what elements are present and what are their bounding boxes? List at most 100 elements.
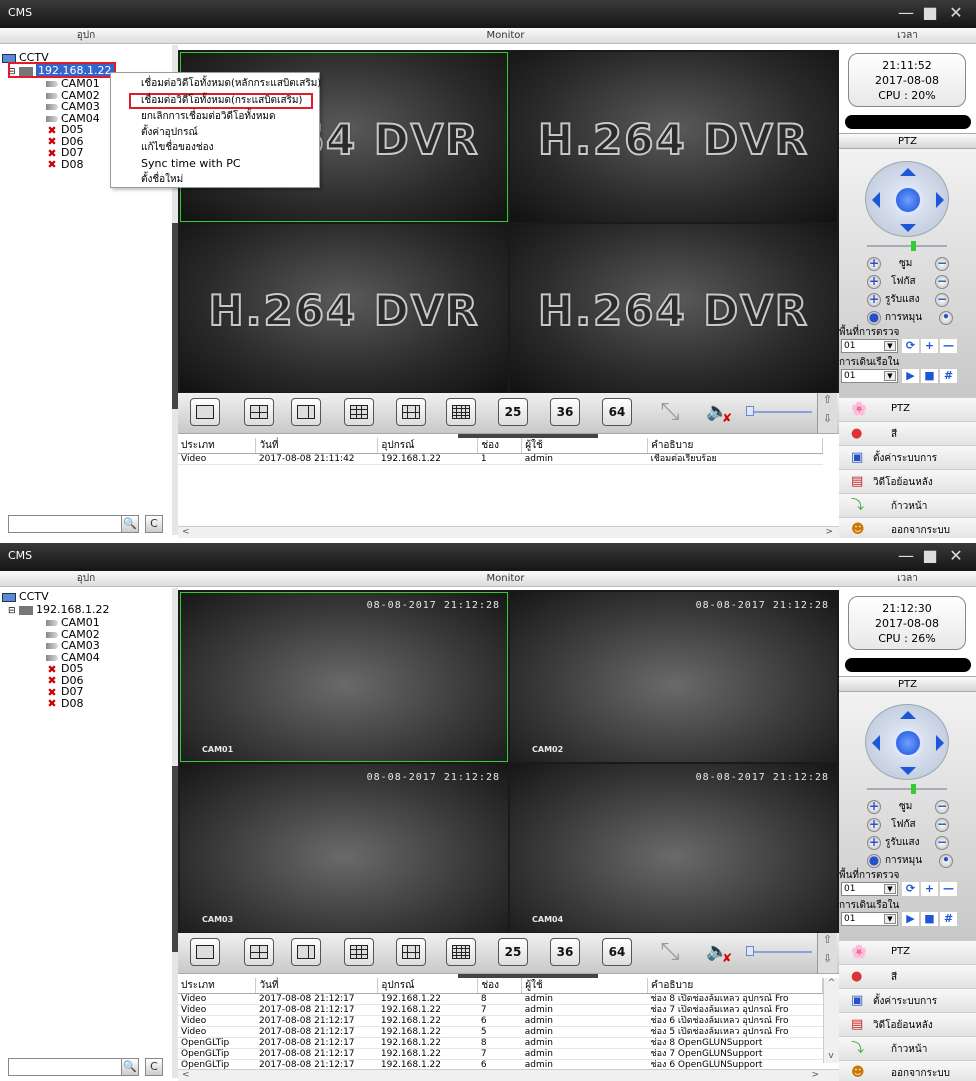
log-column-header[interactable]: ประเภท [178,978,257,994]
video-tile-1[interactable]: 08-08-2017 21:12:28 CAM01 [180,592,508,762]
arrow-down-icon[interactable] [900,224,916,240]
menu-playback[interactable]: ▤ วิดีโอย้อนหลัง [839,1012,976,1036]
layout-16-button[interactable] [446,938,476,966]
ptz-speed-slider[interactable] [867,241,947,251]
arrow-up-icon[interactable] [900,160,916,176]
log-column-header[interactable]: ช่อง [477,438,523,454]
cruise-grid-icon[interactable]: # [940,912,957,926]
log-column-header[interactable]: ผู้ใช้ [521,978,649,994]
log-column-header[interactable]: วันที่ [255,438,379,454]
menu-device-settings[interactable]: ตั้งค่าอุปกรณ์ [141,126,198,140]
menu-connect-all-main[interactable]: เชื่อมต่อวิดีโอทั้งหมด(หลักกระแสบิตเสริม… [141,77,321,91]
cruise-play-icon[interactable]: ▶ [902,912,919,926]
layout-9-button[interactable] [344,938,374,966]
ptz-center-icon[interactable] [893,185,923,215]
rotate-icon[interactable]: ● [867,311,881,325]
search-input[interactable] [8,1058,128,1076]
menu-logout[interactable]: ☻ ออกจากระบบ [839,517,976,538]
layout-9-button[interactable] [344,398,374,426]
zoom-out-icon[interactable]: − [935,257,949,271]
zoom-out-icon[interactable]: − [935,800,949,814]
scroll-down-icon[interactable]: ⇩ [818,412,837,425]
video-tile-2[interactable]: 08-08-2017 21:12:28 CAM02 [510,592,837,762]
search-icon[interactable]: 🔍 [121,1058,139,1076]
refresh-icon[interactable]: C [145,1058,163,1076]
volume-slider[interactable] [746,946,812,956]
cruise-grid-icon[interactable]: # [940,369,957,383]
rotate-toggle-icon[interactable]: • [939,311,953,325]
layout-25-button[interactable]: 25 [498,938,528,966]
layout-13-button[interactable] [396,398,426,426]
ptz-center-icon[interactable] [893,728,923,758]
ptz-speed-slider[interactable] [867,784,947,794]
volume-slider[interactable] [746,406,812,416]
focus-out-icon[interactable]: − [935,275,949,289]
log-column-header[interactable]: วันที่ [255,978,379,994]
layout-6-button[interactable] [291,398,321,426]
preset-add-icon[interactable]: + [921,882,938,896]
preset-goto-icon[interactable]: ⟳ [902,339,919,353]
preset-select[interactable]: 01 ▼ [841,339,898,353]
menu-color[interactable]: ● สี [839,964,976,988]
maximize-icon[interactable]: ■ [920,547,940,565]
arrow-right-icon[interactable] [936,192,952,208]
layout-36-button[interactable]: 36 [550,398,580,426]
menu-disconnect-all[interactable]: ยกเลิกการเชื่อมต่อวิดีโอทั้งหมด [141,110,276,124]
log-column-header[interactable]: ผู้ใช้ [521,438,649,454]
log-hscroll[interactable]: < > [178,526,839,538]
iris-out-icon[interactable]: − [935,836,949,850]
mute-icon[interactable]: 🔈 ✘ [706,941,736,965]
focus-in-icon[interactable]: + [867,818,881,832]
close-icon[interactable]: ✕ [946,547,966,565]
minimize-icon[interactable]: — [896,4,916,22]
cruise-play-icon[interactable]: ▶ [902,369,919,383]
menu-ptz[interactable]: 🌸 PTZ [839,940,976,964]
search-input[interactable] [8,515,128,533]
preset-remove-icon[interactable]: — [940,882,957,896]
log-hscroll[interactable]: < > [178,1069,839,1081]
log-row[interactable]: OpenGLTip 2017-08-08 21:12:17 192.168.1.22… [178,1048,823,1060]
menu-playback[interactable]: ▤ วิดีโอย้อนหลัง [839,469,976,493]
menu-color[interactable]: ● สี [839,421,976,445]
menu-system-config[interactable]: ▣ ตั้งค่าระบบการ [839,445,976,469]
video-tile-3[interactable]: H.264 DVR [180,224,508,392]
close-icon[interactable]: ✕ [946,4,966,22]
toolbar-scroll[interactable]: ⇧ ⇩ [817,933,837,973]
preset-goto-icon[interactable]: ⟳ [902,882,919,896]
scroll-up-icon[interactable]: ⇧ [818,393,837,406]
layout-25-button[interactable]: 25 [498,398,528,426]
tree-device[interactable]: ⊟ 192.168.1.22 [8,603,110,616]
menu-connect-all-sub[interactable]: เชื่อมต่อวิดีโอทั้งหมด(กระแสบิตเสริม) [141,94,302,108]
layout-1-button[interactable] [190,398,220,426]
layout-64-button[interactable]: 64 [602,938,632,966]
log-column-header[interactable]: อุปกรณ์ [377,978,479,994]
log-column-header[interactable]: ช่อง [477,978,523,994]
maximize-icon[interactable]: ■ [920,4,940,22]
refresh-icon[interactable]: C [145,515,163,533]
preset-select[interactable]: 01 ▼ [841,882,898,896]
focus-in-icon[interactable]: + [867,275,881,289]
cruise-select[interactable]: 01 ▼ [841,369,898,383]
menu-rename[interactable]: ตั้งชื่อใหม่ [141,173,183,187]
log-column-header[interactable]: อุปกรณ์ [377,438,479,454]
menu-forward[interactable]: ⤵ ก้าวหน้า [839,1036,976,1060]
log-vscroll[interactable]: ^ v [823,978,839,1063]
cruise-select[interactable]: 01 ▼ [841,912,898,926]
fullscreen-icon[interactable]: ⤡ [655,399,685,425]
ptz-joystick[interactable] [865,161,949,237]
log-row[interactable]: Video 2017-08-08 21:12:17 192.168.1.22 7 adm… [178,1004,823,1016]
arrow-left-icon[interactable] [864,735,880,751]
log-row[interactable]: OpenGLTip 2017-08-08 21:12:17 192.168.1.22… [178,1037,823,1049]
log-column-header[interactable]: คำอธิบาย [647,978,823,994]
collapse-icon[interactable]: ⊟ [8,606,16,616]
ptz-joystick[interactable] [865,704,949,780]
iris-in-icon[interactable]: + [867,293,881,307]
scroll-down-icon[interactable]: ⇩ [818,952,837,965]
cruise-stop-icon[interactable]: ■ [921,912,938,926]
arrow-down-icon[interactable] [900,767,916,783]
zoom-in-icon[interactable]: + [867,800,881,814]
arrow-right-icon[interactable] [936,735,952,751]
tree-channel[interactable]: ✖ D08 [46,158,83,171]
preset-remove-icon[interactable]: — [940,339,957,353]
layout-36-button[interactable]: 36 [550,938,580,966]
